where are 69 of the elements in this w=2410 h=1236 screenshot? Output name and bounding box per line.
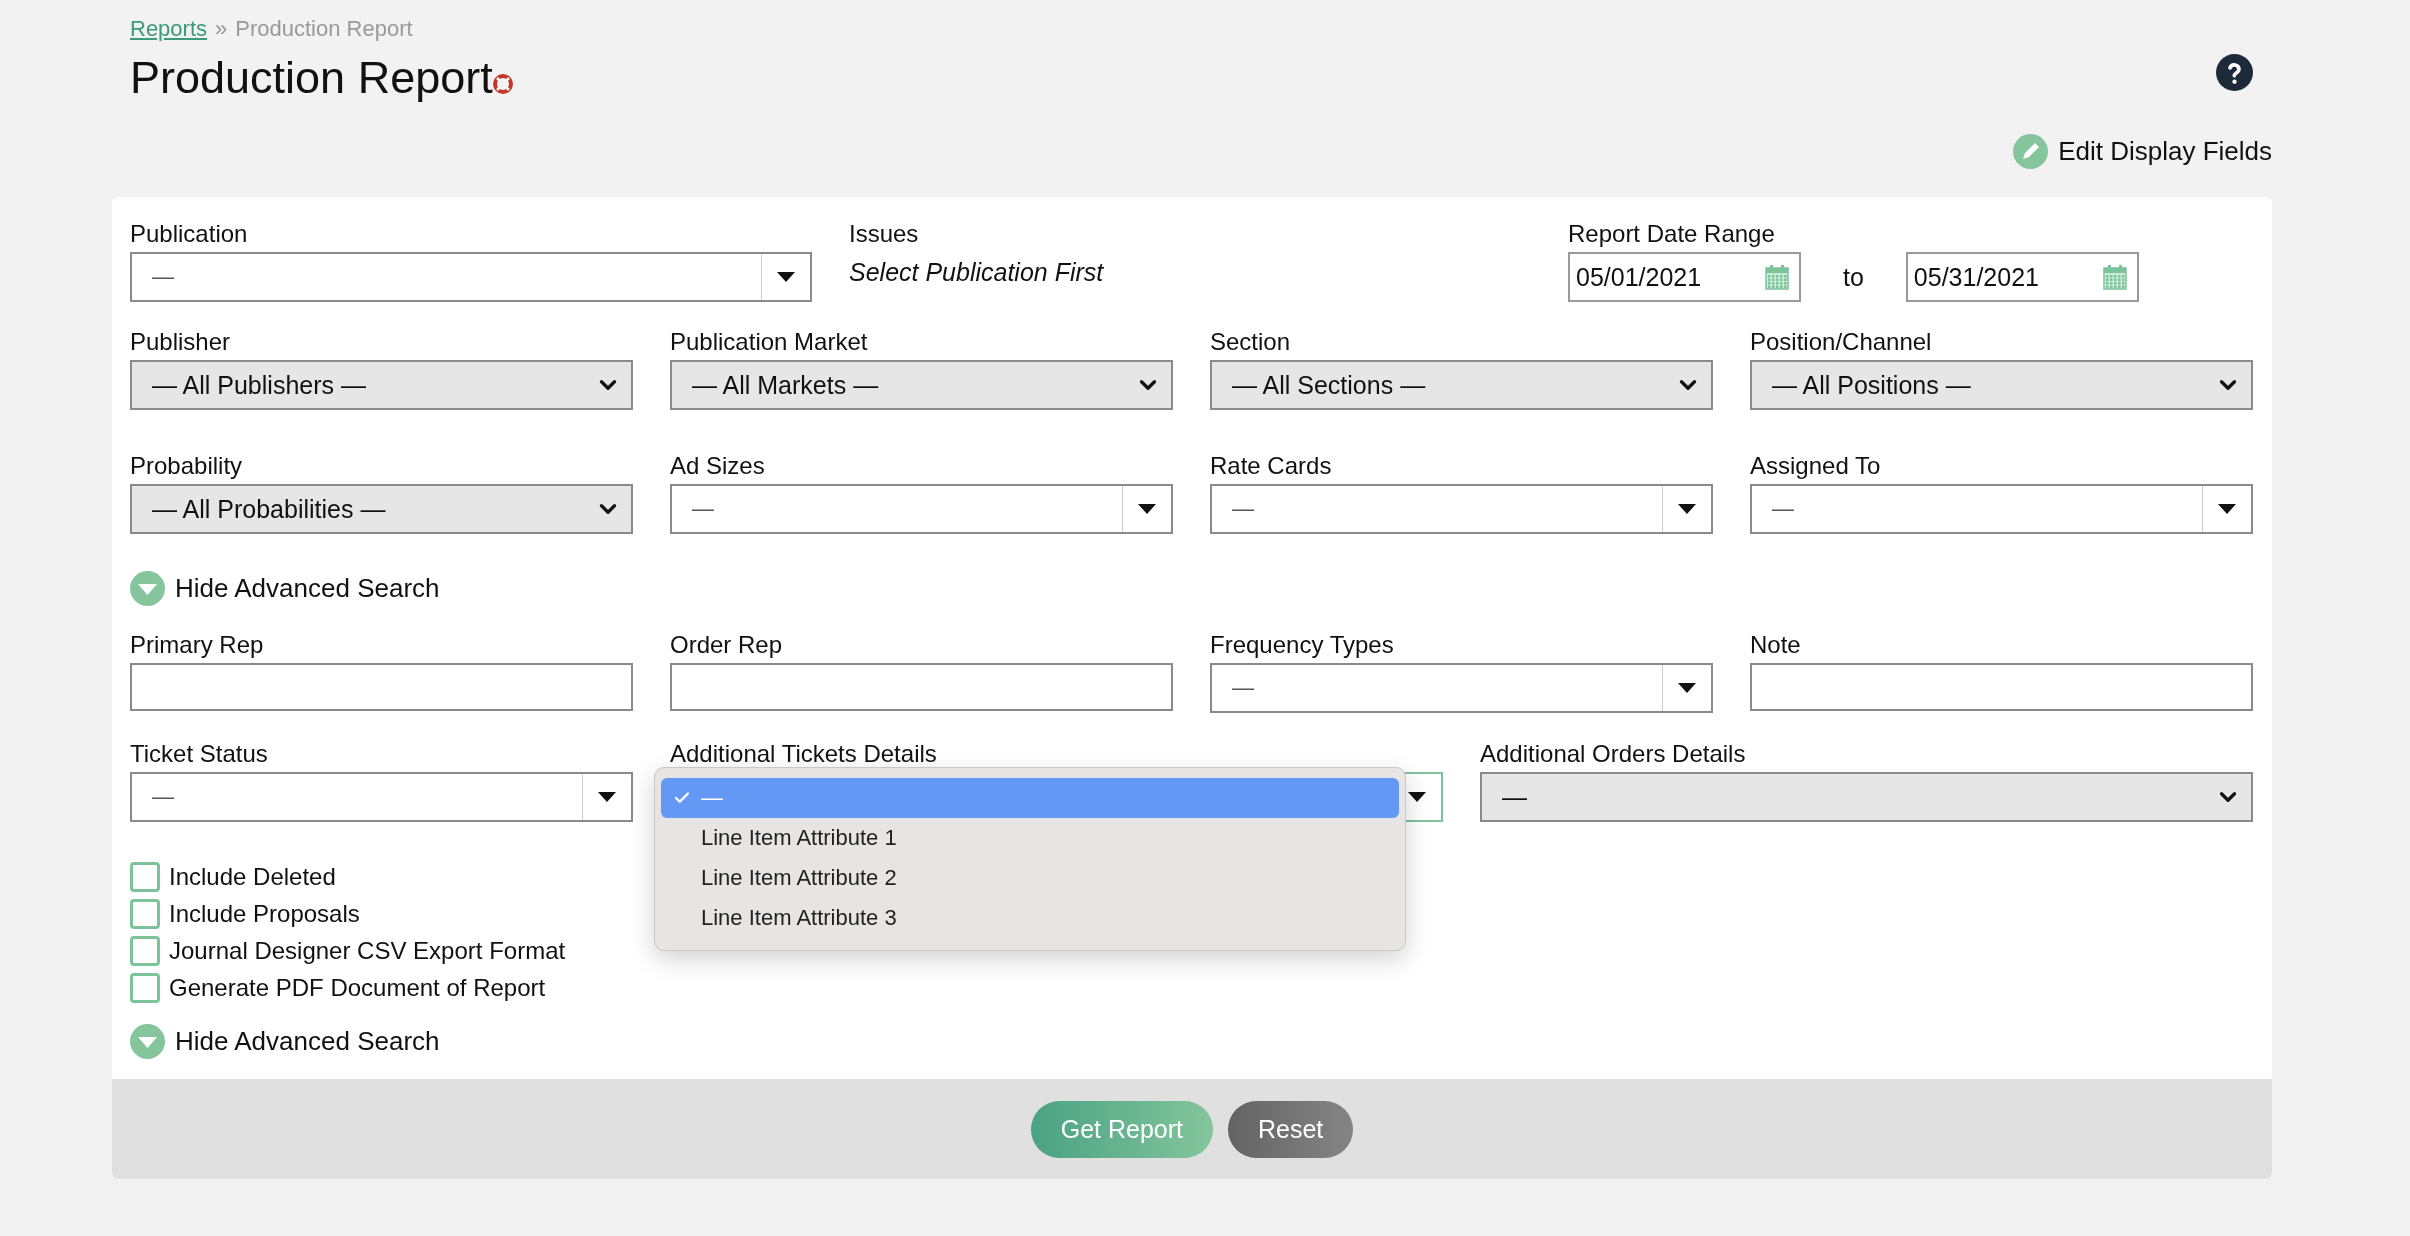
combo-field[interactable]: — xyxy=(130,252,812,302)
checkbox[interactable] xyxy=(130,899,160,929)
combo-field[interactable]: — xyxy=(1210,663,1713,713)
field-label: Note xyxy=(1750,632,1802,658)
field-label: Issues xyxy=(849,221,920,247)
select-field[interactable]: — All Sections — xyxy=(1210,360,1713,410)
input-field[interactable] xyxy=(1750,663,2253,711)
checkbox-option[interactable]: Include Proposals xyxy=(130,899,360,929)
input-field[interactable] xyxy=(670,663,1173,711)
breadcrumb-separator: » xyxy=(215,16,228,42)
field-label: Section xyxy=(1210,329,1292,355)
input-field[interactable] xyxy=(130,663,633,711)
caret-icon xyxy=(1407,791,1427,803)
date-field[interactable]: 05/01/2021 xyxy=(1568,252,1801,302)
caret-icon xyxy=(597,791,617,803)
caret-icon xyxy=(1677,503,1697,515)
caret-icon xyxy=(1137,503,1157,515)
checkbox-option[interactable]: Generate PDF Document of Report xyxy=(130,973,546,1003)
checkbox-option[interactable]: Include Deleted xyxy=(130,862,336,892)
field-label: Additional Tickets Details xyxy=(670,741,938,767)
collapse-icon xyxy=(130,1024,165,1059)
advanced-search-toggle[interactable]: Hide Advanced Search xyxy=(130,571,440,606)
field-label: Rate Cards xyxy=(1210,453,1333,479)
calendar-icon[interactable] xyxy=(2102,264,2127,290)
checkbox-option[interactable]: Journal Designer CSV Export Format xyxy=(130,936,566,966)
select-field[interactable]: — All Positions — xyxy=(1750,360,2253,410)
checkbox[interactable] xyxy=(130,973,160,1003)
field-label: Frequency Types xyxy=(1210,632,1395,658)
select-field[interactable]: — All Probabilities — xyxy=(130,484,633,534)
select-field[interactable]: — All Publishers — xyxy=(130,360,633,410)
caret-icon xyxy=(776,271,796,283)
field-label: Additional Orders Details xyxy=(1480,741,1747,767)
checkbox[interactable] xyxy=(130,862,160,892)
breadcrumb-current: Production Report xyxy=(235,16,413,42)
field-label: Probability xyxy=(130,453,244,479)
field-label: Publisher xyxy=(130,329,232,355)
field-label: Position/Channel xyxy=(1750,329,1933,355)
page-title: Production Report xyxy=(130,52,493,104)
checkbox[interactable] xyxy=(130,936,160,966)
pencil-icon xyxy=(2013,134,2049,169)
field-label: Primary Rep xyxy=(130,632,265,658)
caret-icon xyxy=(2217,503,2237,515)
combo-field[interactable]: — xyxy=(1750,484,2253,534)
dropdown-option[interactable]: Line Item Attribute 1 xyxy=(661,818,1399,858)
date-field[interactable]: 05/31/2021 xyxy=(1905,252,2139,302)
field-label: Report Date Range xyxy=(1568,221,1776,247)
range-joiner: to xyxy=(1843,262,1864,292)
select-field[interactable]: — All Markets — xyxy=(670,360,1173,410)
collapse-icon xyxy=(130,571,165,606)
field-label: Ticket Status xyxy=(130,741,269,767)
combo-field[interactable]: — xyxy=(1210,484,1713,534)
help-icon[interactable] xyxy=(2216,54,2253,91)
field-label: Ad Sizes xyxy=(670,453,766,479)
caret-icon xyxy=(1677,682,1697,694)
reset-button[interactable]: Reset xyxy=(1228,1100,1354,1158)
advanced-search-toggle[interactable]: Hide Advanced Search xyxy=(130,1024,440,1059)
select-field[interactable]: — xyxy=(1480,772,2253,822)
issues-note: Select Publication First xyxy=(849,257,1105,288)
lifebuoy-icon[interactable] xyxy=(492,74,513,94)
combo-field[interactable]: — xyxy=(670,484,1173,534)
field-label: Publication xyxy=(130,221,249,247)
dropdown-option[interactable]: Line Item Attribute 3 xyxy=(661,898,1399,938)
field-label: Order Rep xyxy=(670,632,784,658)
field-label: Assigned To xyxy=(1750,453,1882,479)
edit-display-fields-link[interactable]: Edit Display Fields xyxy=(2013,134,2272,169)
calendar-icon[interactable] xyxy=(1765,264,1789,290)
dropdown-option[interactable]: Line Item Attribute 2 xyxy=(661,858,1399,898)
combo-field[interactable]: — xyxy=(130,772,633,822)
field-label: Publication Market xyxy=(670,329,869,355)
